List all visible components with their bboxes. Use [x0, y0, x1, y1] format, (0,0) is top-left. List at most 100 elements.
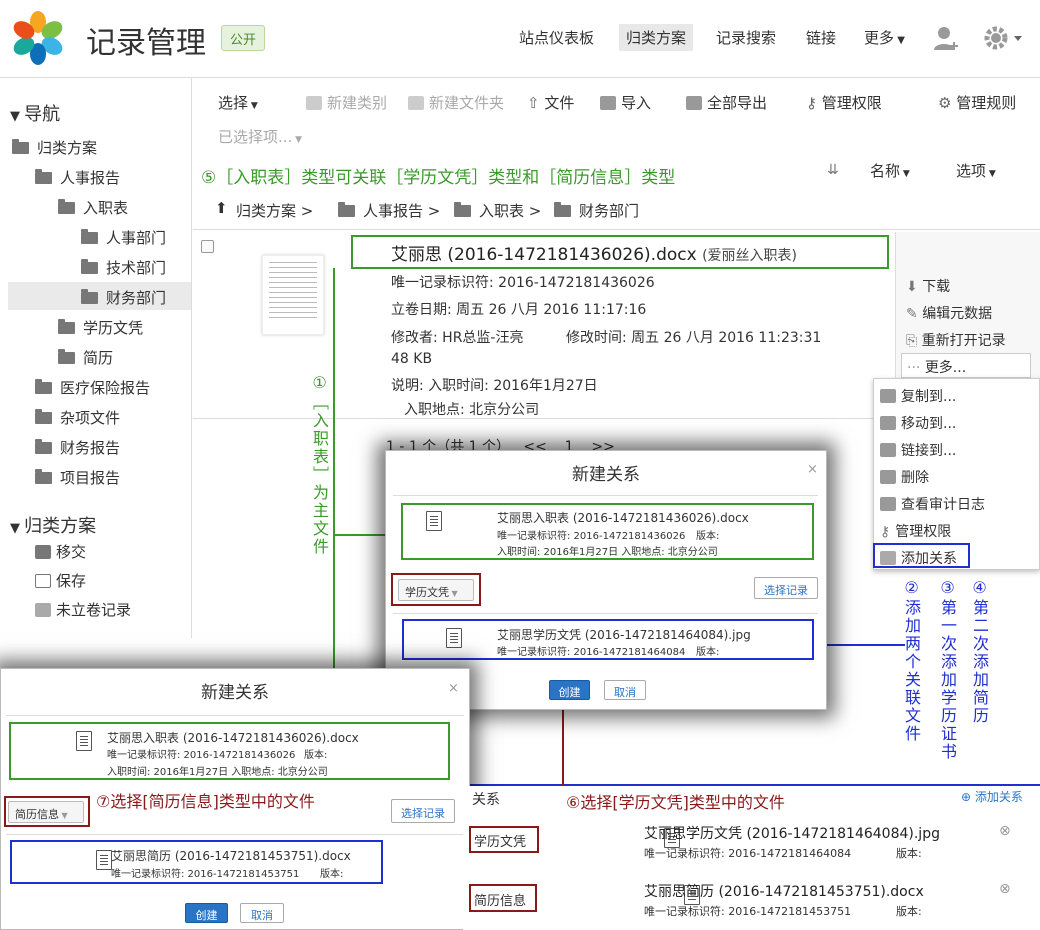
remove-relation-icon[interactable]: ⊗: [999, 823, 1011, 839]
close-icon[interactable]: ×: [807, 462, 818, 477]
select-record-button[interactable]: 选择记录: [754, 577, 818, 599]
nav-record-search[interactable]: 记录搜索: [716, 27, 776, 48]
download-action[interactable]: ⬇ 下载: [906, 276, 950, 296]
tree-item-resume[interactable]: 简历: [58, 347, 113, 368]
folder-icon: [81, 289, 98, 304]
action-transfer[interactable]: 移交: [35, 541, 86, 562]
create-button[interactable]: 创建: [185, 903, 228, 923]
select-dropdown[interactable]: 选择 ▼: [218, 92, 258, 113]
user-icon[interactable]: [932, 24, 960, 52]
menu-manage-permissions[interactable]: ⚷ 管理权限: [880, 521, 951, 541]
gear-icon[interactable]: [983, 24, 1023, 52]
tree-item-finance-dept[interactable]: 财务部门: [81, 287, 166, 308]
manage-permissions-button[interactable]: ⚷ 管理权限: [806, 92, 882, 113]
nav-links[interactable]: 链接: [806, 27, 836, 48]
breadcrumb-item[interactable]: 归类方案 >: [236, 200, 313, 221]
breadcrumb-item[interactable]: 财务部门: [554, 200, 639, 221]
cancel-button[interactable]: 取消: [240, 903, 284, 923]
nav-file-plan[interactable]: 归类方案: [619, 24, 694, 51]
link-icon: [880, 443, 896, 457]
import-button[interactable]: 导入: [600, 92, 651, 113]
audit-log-icon: [880, 497, 896, 511]
tree-item-misc[interactable]: 杂项文件: [35, 407, 120, 428]
menu-delete[interactable]: 删除: [880, 467, 929, 487]
remove-relation-icon[interactable]: ⊗: [999, 881, 1011, 897]
tree-label: 杂项文件: [60, 409, 121, 427]
tree-item-project-report[interactable]: 项目报告: [35, 467, 120, 488]
tree-item-file-plan[interactable]: 归类方案: [12, 137, 97, 158]
edit-metadata-action[interactable]: ✎ 编辑元数据: [906, 303, 992, 323]
tree-item-hr-report[interactable]: 人事报告: [35, 167, 120, 188]
dialog1-main-ver: 版本:: [696, 531, 720, 542]
tree-label: 技术部门: [106, 259, 167, 277]
folder-icon: [35, 169, 52, 184]
document-icon: [75, 731, 92, 751]
menu-label: 管理权限: [895, 524, 952, 540]
file-button[interactable]: ⇧ 文件: [527, 92, 574, 113]
relation-name[interactable]: 艾丽思简历 (2016-1472181453751).docx: [644, 881, 924, 901]
new-folder-icon: [408, 96, 424, 110]
record-filed-date: 立卷日期: 周五 26 八月 2016 11:17:16: [391, 302, 647, 318]
menu-move[interactable]: 移动到...: [880, 413, 956, 433]
folder-icon: [338, 202, 355, 217]
sort-order-icon[interactable]: ⇊: [827, 162, 839, 178]
add-relation-link[interactable]: ⊕ 添加关系: [961, 788, 1023, 805]
record-desc: 说明: 入职时间: 2016年1月27日: [391, 378, 598, 394]
row-checkbox[interactable]: [201, 240, 214, 253]
record-modified: 修改时间: 周五 26 八月 2016 11:23:31: [566, 330, 822, 346]
triangle-down-icon: ▼: [10, 521, 25, 536]
app-title: 记录管理: [86, 26, 206, 61]
tree-item-onboarding[interactable]: 入职表: [58, 197, 128, 218]
relation-name[interactable]: 艾丽思学历文凭 (2016-1472181464084).jpg: [644, 823, 940, 843]
relation-type-select[interactable]: 简历信息 ▼: [8, 801, 84, 823]
tree-item-diploma[interactable]: 学历文凭: [58, 317, 143, 338]
menu-link[interactable]: 链接到...: [880, 440, 956, 460]
menu-audit-log[interactable]: 查看审计日志: [880, 494, 985, 514]
record-title[interactable]: 艾丽思 (2016-1472181436026).docx (爱丽丝入职表): [391, 240, 797, 265]
tree-item-medical[interactable]: 医疗保险报告: [35, 377, 150, 398]
menu-copy[interactable]: 复制到...: [880, 386, 956, 406]
create-button[interactable]: 创建: [549, 680, 590, 700]
selected-items-dropdown[interactable]: 已选择项... ▼: [218, 126, 302, 147]
reopen-record-action[interactable]: ⎘ 重新打开记录: [906, 330, 1006, 350]
breadcrumb-item[interactable]: 入职表 >: [454, 200, 541, 221]
export-all-button[interactable]: 全部导出: [686, 92, 767, 113]
new-category-button[interactable]: 新建类别: [306, 92, 387, 113]
record-desc2: 入职地点: 北京分公司: [404, 402, 540, 418]
manage-rules-button[interactable]: ⚙ 管理规则: [938, 92, 1016, 113]
cancel-button[interactable]: 取消: [604, 680, 646, 700]
action-unfiled[interactable]: 未立卷记录: [35, 599, 131, 620]
tree-item-finance-report[interactable]: 财务报告: [35, 437, 120, 458]
close-icon[interactable]: ×: [448, 681, 459, 696]
folder-icon: [35, 409, 52, 424]
up-level-icon[interactable]: ⬆: [215, 199, 228, 217]
folder-icon: [58, 199, 75, 214]
ellipsis-icon: ···: [907, 360, 925, 376]
dialog1-main-uid: 唯一记录标识符: 2016-1472181436026: [497, 531, 686, 542]
document-icon: [96, 850, 113, 870]
options-dropdown[interactable]: 选项 ▼: [956, 160, 996, 181]
menu-add-relation[interactable]: 添加关系: [880, 548, 957, 568]
nav-dashboard[interactable]: 站点仪表板: [519, 27, 594, 48]
tree-item-hr-dept[interactable]: 人事部门: [81, 227, 166, 248]
dialog1-main-name: 艾丽思入职表 (2016-1472181436026).docx: [497, 511, 749, 525]
crumb-label: 入职表: [479, 202, 525, 220]
nav-heading[interactable]: ▼ 导航: [10, 100, 60, 126]
tree-item-tech-dept[interactable]: 技术部门: [81, 257, 166, 278]
action-save[interactable]: 保存: [35, 570, 86, 591]
button-label: 全部导出: [707, 94, 768, 112]
more-action[interactable]: ··· 更多...: [901, 353, 1031, 378]
button-label: 新建类别: [327, 94, 388, 112]
record-uid: 唯一记录标识符: 2016-1472181436026: [391, 275, 655, 291]
new-folder-button[interactable]: 新建文件夹: [408, 92, 504, 113]
caret-down-icon: ▼: [59, 811, 68, 820]
nav-more[interactable]: 更多 ▼: [864, 27, 905, 48]
breadcrumb-item[interactable]: 人事报告 >: [338, 200, 440, 221]
plan-heading[interactable]: ▼ 归类方案: [10, 512, 96, 538]
sort-dropdown[interactable]: 名称 ▼: [870, 160, 910, 181]
select-record-button[interactable]: 选择记录: [391, 799, 455, 823]
record-thumbnail[interactable]: [262, 255, 324, 335]
export-icon: [686, 96, 702, 110]
tree-label: 财务部门: [106, 289, 167, 307]
relation-type-select[interactable]: 学历文凭 ▼: [398, 579, 474, 601]
